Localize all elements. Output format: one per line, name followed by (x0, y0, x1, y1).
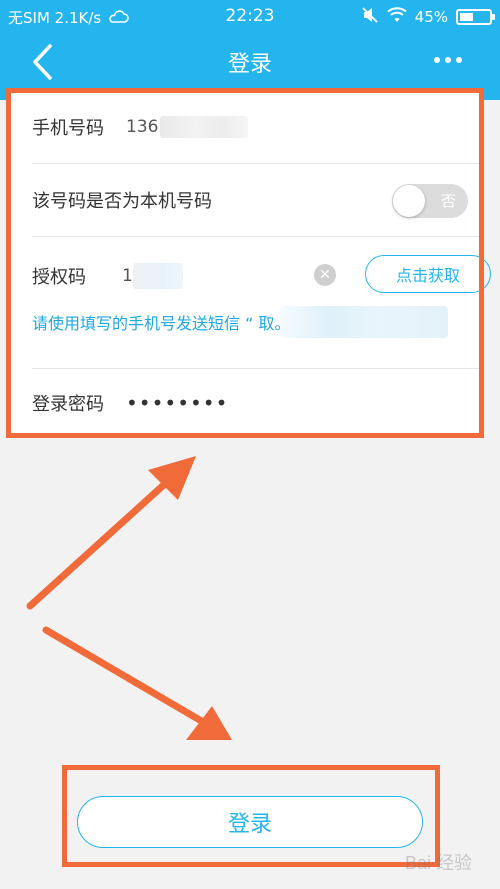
arrow-down-icon (42, 626, 232, 740)
more-dot-icon (456, 57, 462, 63)
battery-fill (460, 13, 473, 21)
login-button[interactable]: 登录 (77, 796, 423, 848)
form-highlight-frame (6, 88, 484, 438)
more-dot-icon (434, 57, 440, 63)
wifi-icon (387, 7, 407, 27)
mute-icon (361, 6, 379, 28)
more-button[interactable] (426, 48, 470, 72)
more-dot-icon (445, 57, 451, 63)
battery-text: 45% (414, 8, 448, 26)
page-title: 登录 (227, 52, 272, 77)
watermark: Bai 经验 (404, 853, 472, 873)
arrow-up-icon (26, 456, 196, 610)
navbar: 登录 (0, 34, 500, 90)
battery-icon (456, 9, 495, 25)
status-right: 45% (361, 6, 495, 28)
status-bar: 无SIM 2.1K/s 22:23 45% (0, 0, 500, 34)
app-header: 无SIM 2.1K/s 22:23 45% 登录 (0, 0, 500, 100)
